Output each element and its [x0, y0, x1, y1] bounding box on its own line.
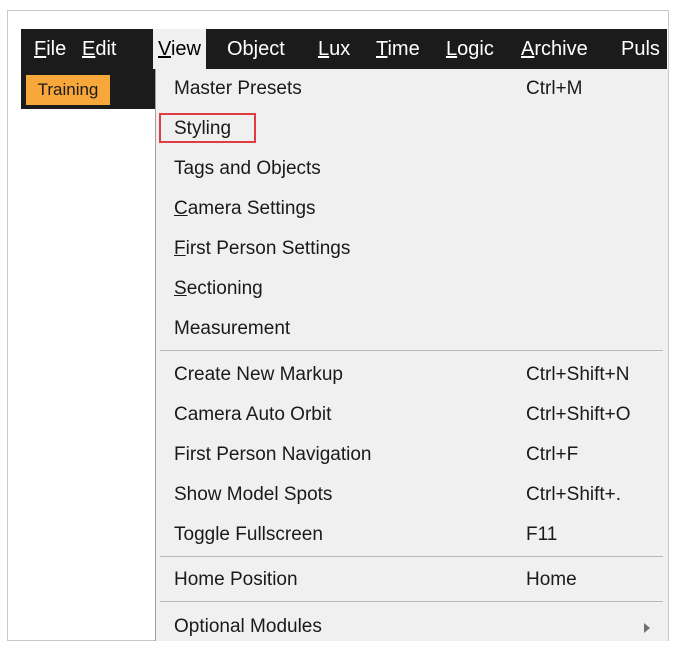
submenu-arrow-icon [644, 623, 650, 633]
menu-edit[interactable]: Edit [77, 29, 121, 69]
menu-logic[interactable]: Logic [441, 29, 499, 69]
menu-item-camera-settings[interactable]: Camera Settings [156, 189, 668, 229]
menu-time-label-rest: ime [387, 38, 420, 60]
menu-item-label: Toggle Fullscreen [174, 524, 323, 545]
menu-item-label: First Person Settings [174, 238, 351, 259]
menu-item-label: Camera Auto Orbit [174, 404, 332, 425]
menu-separator [160, 601, 663, 602]
menu-item-label: Create New Markup [174, 364, 343, 385]
menu-item-tags-and-objects[interactable]: Tags and Objects [156, 149, 668, 189]
menu-item-shortcut: Ctrl+Shift+. [526, 484, 622, 505]
menu-item-shortcut: Ctrl+Shift+N [526, 364, 630, 385]
menu-item-shortcut: Ctrl+F [526, 444, 579, 465]
menu-edit-label-rest: dit [95, 38, 117, 60]
menu-pulse[interactable]: Puls [616, 29, 665, 69]
menu-item-label: Tags and Objects [174, 158, 321, 179]
menu-separator [160, 350, 663, 351]
menu-separator [160, 556, 663, 557]
view-menu-dropdown: Master Presets Ctrl+M Styling Tags and O… [155, 69, 668, 641]
menu-item-first-person-settings[interactable]: First Person Settings [156, 229, 668, 269]
menu-object[interactable]: Object [222, 29, 290, 69]
menu-item-shortcut: Ctrl+M [526, 78, 583, 99]
menu-item-shortcut: Home [526, 569, 577, 590]
menu-archive-label-rest: rchive [534, 38, 588, 60]
menu-item-create-new-markup[interactable]: Create New Markup Ctrl+Shift+N [156, 355, 668, 395]
menu-item-show-model-spots[interactable]: Show Model Spots Ctrl+Shift+. [156, 475, 668, 515]
menu-item-label: Optional Modules [174, 616, 322, 637]
menu-item-master-presets[interactable]: Master Presets Ctrl+M [156, 69, 668, 109]
menu-item-toggle-fullscreen[interactable]: Toggle Fullscreen F11 [156, 515, 668, 555]
menu-item-label: Show Model Spots [174, 484, 333, 505]
menu-item-shortcut: Ctrl+Shift+O [526, 404, 631, 425]
menu-item-sectioning[interactable]: Sectioning [156, 269, 668, 309]
menu-item-first-person-navigation[interactable]: First Person Navigation Ctrl+F [156, 435, 668, 475]
menu-item-label: First Person Navigation [174, 444, 372, 465]
menu-item-optional-modules[interactable]: Optional Modules [156, 607, 668, 647]
menu-bar: File Edit View Object Lux Time Logic Arc… [21, 29, 667, 69]
menu-file-label-rest: ile [46, 38, 67, 60]
training-tag[interactable]: Training [26, 75, 110, 105]
menu-item-label: Measurement [174, 318, 291, 339]
menu-view-label-rest: iew [170, 38, 201, 60]
menu-time[interactable]: Time [371, 29, 425, 69]
menu-view[interactable]: View [153, 29, 206, 69]
menu-item-label: Camera Settings [174, 198, 316, 219]
menu-item-label: Sectioning [174, 278, 263, 299]
menu-item-camera-auto-orbit[interactable]: Camera Auto Orbit Ctrl+Shift+O [156, 395, 668, 435]
menu-item-label: Home Position [174, 569, 298, 590]
menu-file[interactable]: File [29, 29, 71, 69]
menu-item-home-position[interactable]: Home Position Home [156, 560, 668, 600]
menu-item-label: Master Presets [174, 78, 302, 99]
menu-lux-label-rest: ux [329, 38, 351, 60]
menu-logic-label-rest: ogic [457, 38, 494, 60]
menu-item-shortcut: F11 [526, 524, 558, 545]
menu-lux[interactable]: Lux [313, 29, 355, 69]
menu-archive[interactable]: Archive [516, 29, 593, 69]
menu-item-measurement[interactable]: Measurement [156, 309, 668, 349]
styling-highlight-outline [159, 113, 256, 143]
